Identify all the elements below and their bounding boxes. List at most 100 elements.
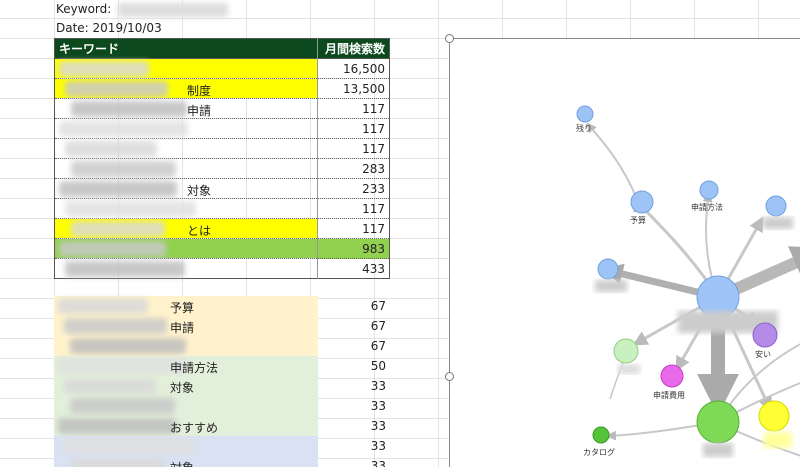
- volume-cell[interactable]: 67: [318, 336, 390, 356]
- table-row: 117: [54, 138, 390, 159]
- node-green-large: [696, 400, 740, 444]
- keyword-cell[interactable]: [54, 258, 318, 279]
- keyword-text: とは: [187, 224, 212, 238]
- keyword-text: 予算: [170, 301, 195, 315]
- col-volume-header: 月間検索数: [317, 38, 390, 59]
- keyword-text: 対象: [170, 459, 194, 467]
- redacted-text: [59, 121, 188, 137]
- volume-cell[interactable]: 13,500: [317, 78, 390, 99]
- redacted-text: [65, 141, 157, 157]
- redacted-text: [70, 398, 175, 414]
- redacted-text: [58, 298, 148, 314]
- keyword-cell[interactable]: おすすめ: [54, 416, 318, 436]
- keyword-cell[interactable]: [54, 336, 318, 356]
- volume-cell[interactable]: 16,500: [317, 58, 390, 79]
- keyword-cell[interactable]: [54, 118, 318, 139]
- table-header: キーワード 月間検索数: [54, 38, 390, 59]
- keyword-cell[interactable]: [54, 396, 318, 416]
- volume-cell[interactable]: 117: [317, 218, 390, 239]
- table-row: おすすめ 33: [54, 416, 390, 436]
- redacted-text: [64, 318, 167, 334]
- redacted-text: [59, 61, 149, 77]
- label-shinsei-hiyo: 申請費用: [653, 390, 685, 400]
- table-row: 対象 33: [54, 376, 390, 396]
- keyword-cell[interactable]: 予算: [54, 296, 318, 316]
- keyword-cell[interactable]: [54, 198, 318, 219]
- node-blue-right: [765, 195, 787, 217]
- volume-cell[interactable]: 33: [318, 436, 390, 456]
- table-row: 433: [54, 258, 390, 279]
- volume-cell[interactable]: 117: [317, 98, 390, 119]
- label-yosan: 予算: [630, 215, 646, 225]
- volume-cell[interactable]: 67: [318, 296, 390, 316]
- keyword-cell[interactable]: 申請方法: [54, 356, 318, 376]
- keyword-cell[interactable]: とは: [54, 218, 318, 239]
- table-row: 対象 233: [54, 178, 390, 199]
- col-keyword-header: キーワード: [54, 38, 318, 59]
- volume-cell[interactable]: 50: [318, 356, 390, 376]
- node-yosan: [630, 190, 654, 214]
- node-shinsei-hiyo: [660, 364, 684, 388]
- table-row: 983: [54, 238, 390, 259]
- table-row: 67: [54, 336, 390, 356]
- label-shinsei-hoho: 申請方法: [691, 202, 723, 212]
- resize-handle-top-left[interactable]: [445, 34, 454, 43]
- keyword-cell[interactable]: 申請: [54, 98, 318, 119]
- keyword-text: 申請方法: [170, 361, 219, 375]
- keyword-cell[interactable]: [54, 158, 318, 179]
- keyword-table-1-body: 16,500 制度 13,500 申請 117 117 117 283 対象 233 117 とは 11…: [54, 58, 390, 279]
- keyword-cell[interactable]: [54, 58, 318, 79]
- node-katarogu: [592, 426, 610, 444]
- keyword-value-blurred: [118, 3, 228, 17]
- keyword-text: 対象: [170, 381, 195, 395]
- label-katarogu: カタログ: [583, 447, 615, 457]
- keyword-table-1: キーワード 月間検索数: [54, 38, 390, 59]
- volume-cell[interactable]: 117: [317, 118, 390, 139]
- volume-cell[interactable]: 117: [317, 138, 390, 159]
- table-row: 33: [54, 436, 390, 456]
- node-yasui: [752, 322, 778, 348]
- keyword-cell[interactable]: [54, 238, 318, 259]
- redacted-text: [64, 378, 156, 394]
- volume-cell[interactable]: 433: [317, 258, 390, 279]
- keyword-table-2: 予算67申請6767申請方法50対象3333おすすめ3333対象33: [54, 296, 390, 467]
- keyword-network-chart[interactable]: 残り 予算 申請方法 安い 申請費用 カタログ: [449, 38, 800, 467]
- volume-cell[interactable]: 283: [317, 158, 390, 179]
- table-row: 予算 67: [54, 296, 390, 316]
- redacted-text: [71, 101, 187, 117]
- keyword-cell[interactable]: [54, 436, 318, 456]
- redacted-text: [64, 438, 195, 454]
- table-row: 16,500: [54, 58, 390, 79]
- table-row: 対象 33: [54, 456, 390, 467]
- redacted-text: [65, 81, 168, 97]
- table-row: 申請 67: [54, 316, 390, 336]
- node-light-green: [613, 338, 639, 364]
- redacted-text: [65, 201, 196, 217]
- redacted-text: [59, 241, 166, 257]
- resize-handle-left[interactable]: [445, 372, 454, 381]
- network-graph: 残り 予算 申請方法 安い 申請費用 カタログ: [576, 105, 800, 457]
- volume-cell[interactable]: 233: [317, 178, 390, 199]
- keyword-cell[interactable]: [54, 138, 318, 159]
- volume-cell[interactable]: 33: [318, 416, 390, 436]
- volume-cell[interactable]: 33: [318, 456, 390, 467]
- keyword-cell[interactable]: 対象: [54, 178, 318, 199]
- node-blue-left: [597, 258, 619, 280]
- volume-cell[interactable]: 33: [318, 396, 390, 416]
- date-label: Date: 2019/10/03: [56, 21, 162, 35]
- table-row: 117: [54, 198, 390, 219]
- label-zanri: 残り: [576, 123, 592, 133]
- redacted-text: [70, 338, 186, 354]
- node-zanri: [576, 105, 594, 123]
- volume-cell[interactable]: 117: [317, 198, 390, 219]
- label-yasui: 安い: [755, 349, 771, 359]
- volume-cell[interactable]: 67: [318, 316, 390, 336]
- keyword-text: 対象: [187, 184, 212, 198]
- keyword-cell[interactable]: 申請: [54, 316, 318, 336]
- table-row: とは 117: [54, 218, 390, 239]
- volume-cell[interactable]: 33: [318, 376, 390, 396]
- keyword-cell[interactable]: 制度: [54, 78, 318, 99]
- keyword-cell[interactable]: 対象: [54, 456, 318, 467]
- keyword-cell[interactable]: 対象: [54, 376, 318, 396]
- volume-cell[interactable]: 983: [317, 238, 390, 259]
